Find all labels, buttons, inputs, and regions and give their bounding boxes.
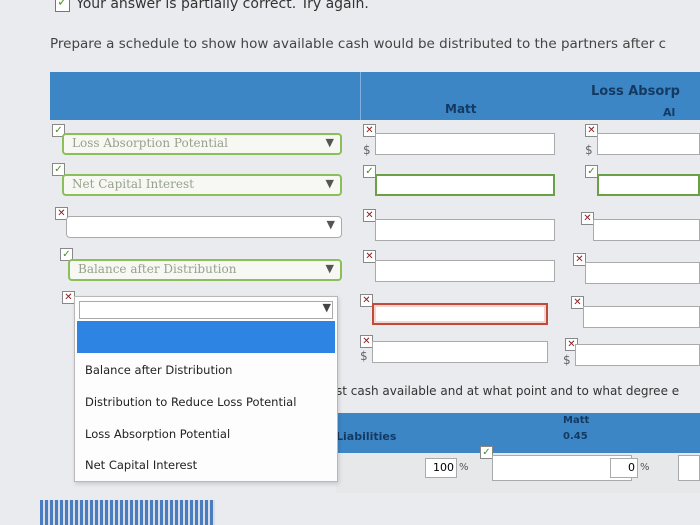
row6-matt-dollar: $: [360, 349, 368, 363]
next-percent-input[interactable]: [678, 455, 700, 481]
row2-al-input[interactable]: [597, 174, 700, 196]
row6-al-input[interactable]: [575, 344, 700, 366]
dropdown-option-distribution[interactable]: Distribution to Reduce Loss Potential: [85, 395, 296, 409]
row4-label-select[interactable]: Balance after Distribution ▼: [68, 259, 342, 281]
row1-al-input[interactable]: [597, 133, 700, 155]
row1-label-select[interactable]: Loss Absorption Potential ▼: [62, 133, 342, 155]
dropdown-highlighted-option[interactable]: [77, 321, 335, 353]
bottom-instruction-text: st cash available and at what point and …: [336, 384, 680, 398]
row2-matt-input[interactable]: [375, 174, 555, 196]
row4-al-input[interactable]: [585, 262, 700, 284]
row1-select-text: Loss Absorption Potential: [72, 136, 229, 150]
feedback-message: Your answer is partially correct. Try ag…: [55, 0, 369, 12]
row4-select-text: Balance after Distribution: [78, 262, 237, 276]
row2-label-select[interactable]: Net Capital Interest ▼: [62, 174, 342, 196]
chevron-down-icon: ▼: [326, 218, 335, 231]
chevron-down-icon[interactable]: ▼: [323, 301, 331, 314]
chevron-down-icon: ▼: [325, 177, 334, 190]
row4-matt-input[interactable]: [375, 260, 555, 282]
row3-matt-input[interactable]: [375, 219, 555, 241]
column-header-loss-absorption: Loss Absorp: [591, 84, 680, 99]
dropdown-option-loss-absorption[interactable]: Loss Absorption Potential: [85, 427, 230, 441]
partial-check-icon: [55, 0, 70, 12]
row1-matt-dollar: $: [363, 143, 371, 157]
row1-matt-input[interactable]: [375, 133, 555, 155]
dropdown-search-field[interactable]: [79, 301, 333, 319]
liabilities-percent-symbol: %: [459, 462, 469, 473]
dropdown-option-balance[interactable]: Balance after Distribution: [85, 363, 232, 377]
row3-al-input[interactable]: [593, 219, 700, 241]
row5-matt-input[interactable]: [372, 303, 548, 325]
al-percent-symbol: %: [640, 462, 650, 473]
row2-select-text: Net Capital Interest: [72, 177, 194, 191]
dropdown-option-net-capital[interactable]: Net Capital Interest: [85, 458, 197, 472]
column-header-liabilities: Liabilities: [336, 430, 397, 443]
row3-label-select[interactable]: ▼: [66, 216, 342, 238]
instruction-text: Prepare a schedule to show how available…: [50, 36, 667, 52]
chevron-down-icon: ▼: [325, 262, 334, 275]
header-divider: [360, 72, 361, 120]
column-header-al: Al: [663, 106, 676, 119]
bottom-decorative-strip: [40, 500, 215, 525]
column-header-matt: Matt: [445, 102, 477, 116]
chevron-down-icon: ▼: [325, 136, 334, 149]
row6-matt-input[interactable]: [372, 341, 548, 363]
row6-al-dollar: $: [563, 353, 571, 367]
al-percent-input[interactable]: 0: [610, 458, 638, 478]
select-dropdown-menu[interactable]: ▼ Balance after Distribution Distributio…: [74, 296, 338, 482]
matt-ratio-value: 0.45: [563, 431, 588, 442]
row5-al-input[interactable]: [583, 306, 700, 328]
liabilities-percent-input[interactable]: 100: [425, 458, 457, 478]
column-header-matt-ratio: Matt: [563, 415, 590, 426]
feedback-text: Your answer is partially correct. Try ag…: [76, 0, 369, 12]
row1-al-dollar: $: [585, 143, 593, 157]
